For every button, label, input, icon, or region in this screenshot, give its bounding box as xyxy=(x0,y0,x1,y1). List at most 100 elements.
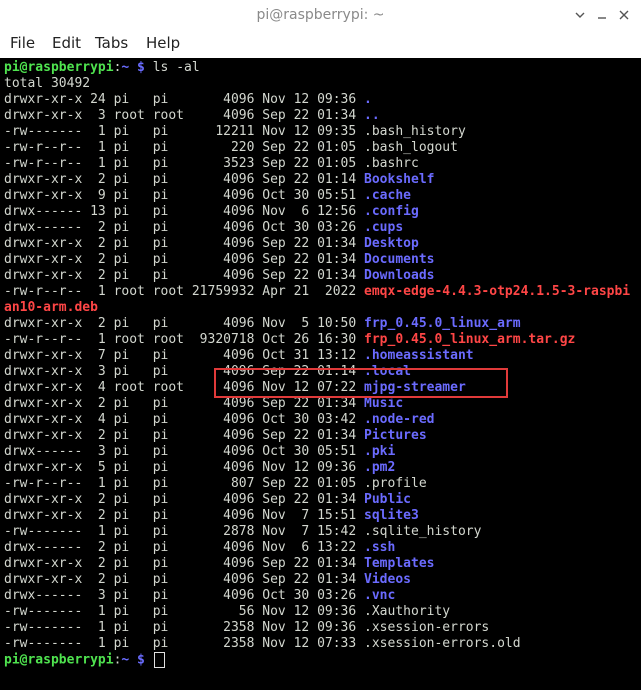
terminal-text: drwxr-xr-x 2 pi pi 4096 Sep 22 01:34 xyxy=(4,572,365,587)
terminal-text: drwxr-xr-x 2 pi pi 4096 Sep 22 01:34 xyxy=(4,236,365,251)
terminal-text: drwxr-xr-x 2 pi pi 4096 Sep 22 01:34 xyxy=(4,556,365,571)
directory-name: .local xyxy=(364,364,411,379)
terminal-line: an10-arm.deb xyxy=(4,300,630,316)
directory-name: .pki xyxy=(364,444,396,459)
terminal-text: -rw------- 1 pi pi 56 Nov 12 09:36 .Xaut… xyxy=(4,604,451,619)
menu-bar: File Edit Tabs Help xyxy=(0,32,641,58)
terminal-text: drwxr-xr-x 2 pi pi 4096 Sep 22 01:34 xyxy=(4,396,365,411)
terminal-text: drwxr-xr-x 4 root root 4096 Nov 12 07:22 xyxy=(4,380,365,395)
terminal-line: -rw-r--r-- 1 root root 21759932 Apr 21 2… xyxy=(4,284,630,300)
directory-name: Pictures xyxy=(364,428,427,443)
menu-file[interactable]: File xyxy=(10,34,35,52)
directory-name: .cache xyxy=(364,188,411,203)
terminal-text: drwxr-xr-x 3 pi pi 4096 Sep 22 01:14 xyxy=(4,364,365,379)
archive-file-name: frp_0.45.0_linux_arm.tar.gz xyxy=(364,332,576,347)
terminal-line: pi@raspberrypi:~ $ xyxy=(4,652,630,668)
directory-name: frp_0.45.0_linux_arm xyxy=(364,316,521,331)
terminal-line: pi@raspberrypi:~ $ ls -al xyxy=(4,60,630,76)
terminal-text: drwx------ 2 pi pi 4096 Nov 6 13:22 xyxy=(4,540,365,555)
terminal-line: -rw------- 1 pi pi 2878 Nov 7 15:42 .sql… xyxy=(4,524,630,540)
terminal-line: drwx------ 2 pi pi 4096 Nov 6 13:22 .ssh xyxy=(4,540,630,556)
terminal-line: drwxr-xr-x 2 pi pi 4096 Sep 22 01:34 Pub… xyxy=(4,492,630,508)
directory-name: Bookshelf xyxy=(364,172,435,187)
terminal-line: -rw-r--r-- 1 pi pi 220 Sep 22 01:05 .bas… xyxy=(4,140,630,156)
terminal-text: -rw-r--r-- 1 pi pi 3523 Sep 22 01:05 .ba… xyxy=(4,156,419,171)
terminal-line: total 30492 xyxy=(4,76,630,92)
terminal-text: drwx------ 2 pi pi 4096 Oct 30 03:26 xyxy=(4,220,365,235)
terminal-text: drwxr-xr-x 2 pi pi 4096 Nov 7 15:51 xyxy=(4,508,365,523)
terminal-text: -rw-r--r-- 1 root root 21759932 Apr 21 2… xyxy=(4,284,365,299)
terminal-line: drwxr-xr-x 4 root root 4096 Nov 12 07:22… xyxy=(4,380,630,396)
shell-prompt: ~ $ xyxy=(121,652,145,668)
directory-name: Templates xyxy=(364,556,435,571)
terminal-line: -rw------- 1 pi pi 12211 Nov 12 09:35 .b… xyxy=(4,124,630,140)
directory-name: sqlite3 xyxy=(364,508,419,523)
directory-name: .node-red xyxy=(364,412,435,427)
terminal-text: drwx------ 3 pi pi 4096 Oct 30 03:26 xyxy=(4,588,365,603)
terminal-text: drwxr-xr-x 7 pi pi 4096 Oct 31 13:12 xyxy=(4,348,365,363)
terminal-text: drwxr-xr-x 5 pi pi 4096 Nov 12 09:36 xyxy=(4,460,365,475)
terminal-line: drwxr-xr-x 9 pi pi 4096 Oct 30 05:51 .ca… xyxy=(4,188,630,204)
terminal-line: drwxr-xr-x 3 root root 4096 Sep 22 01:34… xyxy=(4,108,630,124)
terminal-line: drwxr-xr-x 2 pi pi 4096 Sep 22 01:34 Mus… xyxy=(4,396,630,412)
terminal-line: -rw------- 1 pi pi 2358 Nov 12 09:36 .xs… xyxy=(4,620,630,636)
terminal-text: drwx------ 3 pi pi 4096 Oct 30 05:51 xyxy=(4,444,365,459)
terminal-text: drwxr-xr-x 2 pi pi 4096 Sep 22 01:34 xyxy=(4,492,365,507)
menu-help[interactable]: Help xyxy=(146,34,180,52)
terminal-line: drwxr-xr-x 2 pi pi 4096 Sep 22 01:34 Des… xyxy=(4,236,630,252)
close-icon[interactable] xyxy=(615,6,633,24)
terminal-line: -rw------- 1 pi pi 56 Nov 12 09:36 .Xaut… xyxy=(4,604,630,620)
terminal-line: drwxr-xr-x 2 pi pi 4096 Sep 22 01:34 Tem… xyxy=(4,556,630,572)
directory-name: .. xyxy=(364,108,380,123)
archive-file-name: emqx-edge-4.4.3-otp24.1.5-3-raspbi xyxy=(364,284,631,299)
directory-name: .ssh xyxy=(364,540,396,555)
directory-name: .cups xyxy=(364,220,404,235)
terminal-text: -rw------- 1 pi pi 12211 Nov 12 09:35 .b… xyxy=(4,124,466,139)
text-cursor xyxy=(153,652,165,668)
terminal-text: -rw-r--r-- 1 root root 9320718 Oct 26 16… xyxy=(4,332,365,347)
terminal-text: drwxr-xr-x 3 root root 4096 Sep 22 01:34 xyxy=(4,108,365,123)
archive-file-name: an10-arm.deb xyxy=(4,300,98,315)
terminal-text: drwxr-xr-x 2 pi pi 4096 Sep 22 01:14 xyxy=(4,172,365,187)
terminal-line: drwxr-xr-x 2 pi pi 4096 Sep 22 01:14 Boo… xyxy=(4,172,630,188)
shell-prompt: pi@raspberrypi xyxy=(4,60,114,75)
terminal-output[interactable]: pi@raspberrypi:~ $ ls -al total 30492 drwx… xyxy=(0,58,641,690)
terminal-line: -rw-r--r-- 1 pi pi 807 Sep 22 01:05 .pro… xyxy=(4,476,630,492)
terminal-line: drwx------ 3 pi pi 4096 Oct 30 03:26 .vn… xyxy=(4,588,630,604)
directory-name: Public xyxy=(364,492,411,507)
terminal-text: -rw-r--r-- 1 pi pi 807 Sep 22 01:05 .pro… xyxy=(4,476,427,491)
terminal-line: drwxr-xr-x 2 pi pi 4096 Nov 5 10:50 frp_… xyxy=(4,316,630,332)
terminal-line: -rw------- 1 pi pi 2358 Nov 12 07:33 .xs… xyxy=(4,636,630,652)
terminal-lines: pi@raspberrypi:~ $ ls -al total 30492 drwx… xyxy=(4,60,630,668)
directory-name: Downloads xyxy=(364,268,435,283)
terminal-line: drwxr-xr-x 4 pi pi 4096 Oct 30 03:42 .no… xyxy=(4,412,630,428)
directory-name: .homeassistant xyxy=(364,348,474,363)
terminal-line: drwxr-xr-x 2 pi pi 4096 Sep 22 01:34 Dow… xyxy=(4,268,630,284)
directory-name: mjpg-streamer xyxy=(364,380,466,395)
menu-tabs[interactable]: Tabs xyxy=(95,34,128,52)
terminal-line: drwxr-xr-x 5 pi pi 4096 Nov 12 09:36 .pm… xyxy=(4,460,630,476)
terminal-line: drwx------ 3 pi pi 4096 Oct 30 05:51 .pk… xyxy=(4,444,630,460)
terminal-text: -rw------- 1 pi pi 2358 Nov 12 07:33 .xs… xyxy=(4,636,521,651)
menu-edit[interactable]: Edit xyxy=(52,34,81,52)
terminal-line: drwxr-xr-x 7 pi pi 4096 Oct 31 13:12 .ho… xyxy=(4,348,630,364)
terminal-text: ls -al xyxy=(144,60,200,75)
shell-prompt: pi@raspberrypi xyxy=(4,652,114,668)
terminal-text: drwx------ 13 pi pi 4096 Nov 6 12:56 xyxy=(4,204,365,219)
directory-name: Desktop xyxy=(364,236,419,251)
terminal-line: drwxr-xr-x 2 pi pi 4096 Nov 7 15:51 sqli… xyxy=(4,508,630,524)
directory-name: . xyxy=(364,92,372,107)
directory-name: .pm2 xyxy=(364,460,396,475)
minimize-icon[interactable] xyxy=(593,6,611,24)
terminal-line: drwxr-xr-x 2 pi pi 4096 Sep 22 01:34 Vid… xyxy=(4,572,630,588)
chevron-down-icon[interactable] xyxy=(571,6,589,24)
window-controls xyxy=(571,6,633,24)
terminal-text: drwxr-xr-x 2 pi pi 4096 Sep 22 01:34 xyxy=(4,252,365,267)
terminal-line: drwx------ 2 pi pi 4096 Oct 30 03:26 .cu… xyxy=(4,220,630,236)
terminal-text: drwxr-xr-x 2 pi pi 4096 Sep 22 01:34 xyxy=(4,428,365,443)
directory-name: Documents xyxy=(364,252,435,267)
terminal-text: drwxr-xr-x 24 pi pi 4096 Nov 12 09:36 xyxy=(4,92,365,107)
terminal-text: -rw------- 1 pi pi 2358 Nov 12 09:36 .xs… xyxy=(4,620,490,635)
terminal-text: drwxr-xr-x 2 pi pi 4096 Nov 5 10:50 xyxy=(4,316,365,331)
